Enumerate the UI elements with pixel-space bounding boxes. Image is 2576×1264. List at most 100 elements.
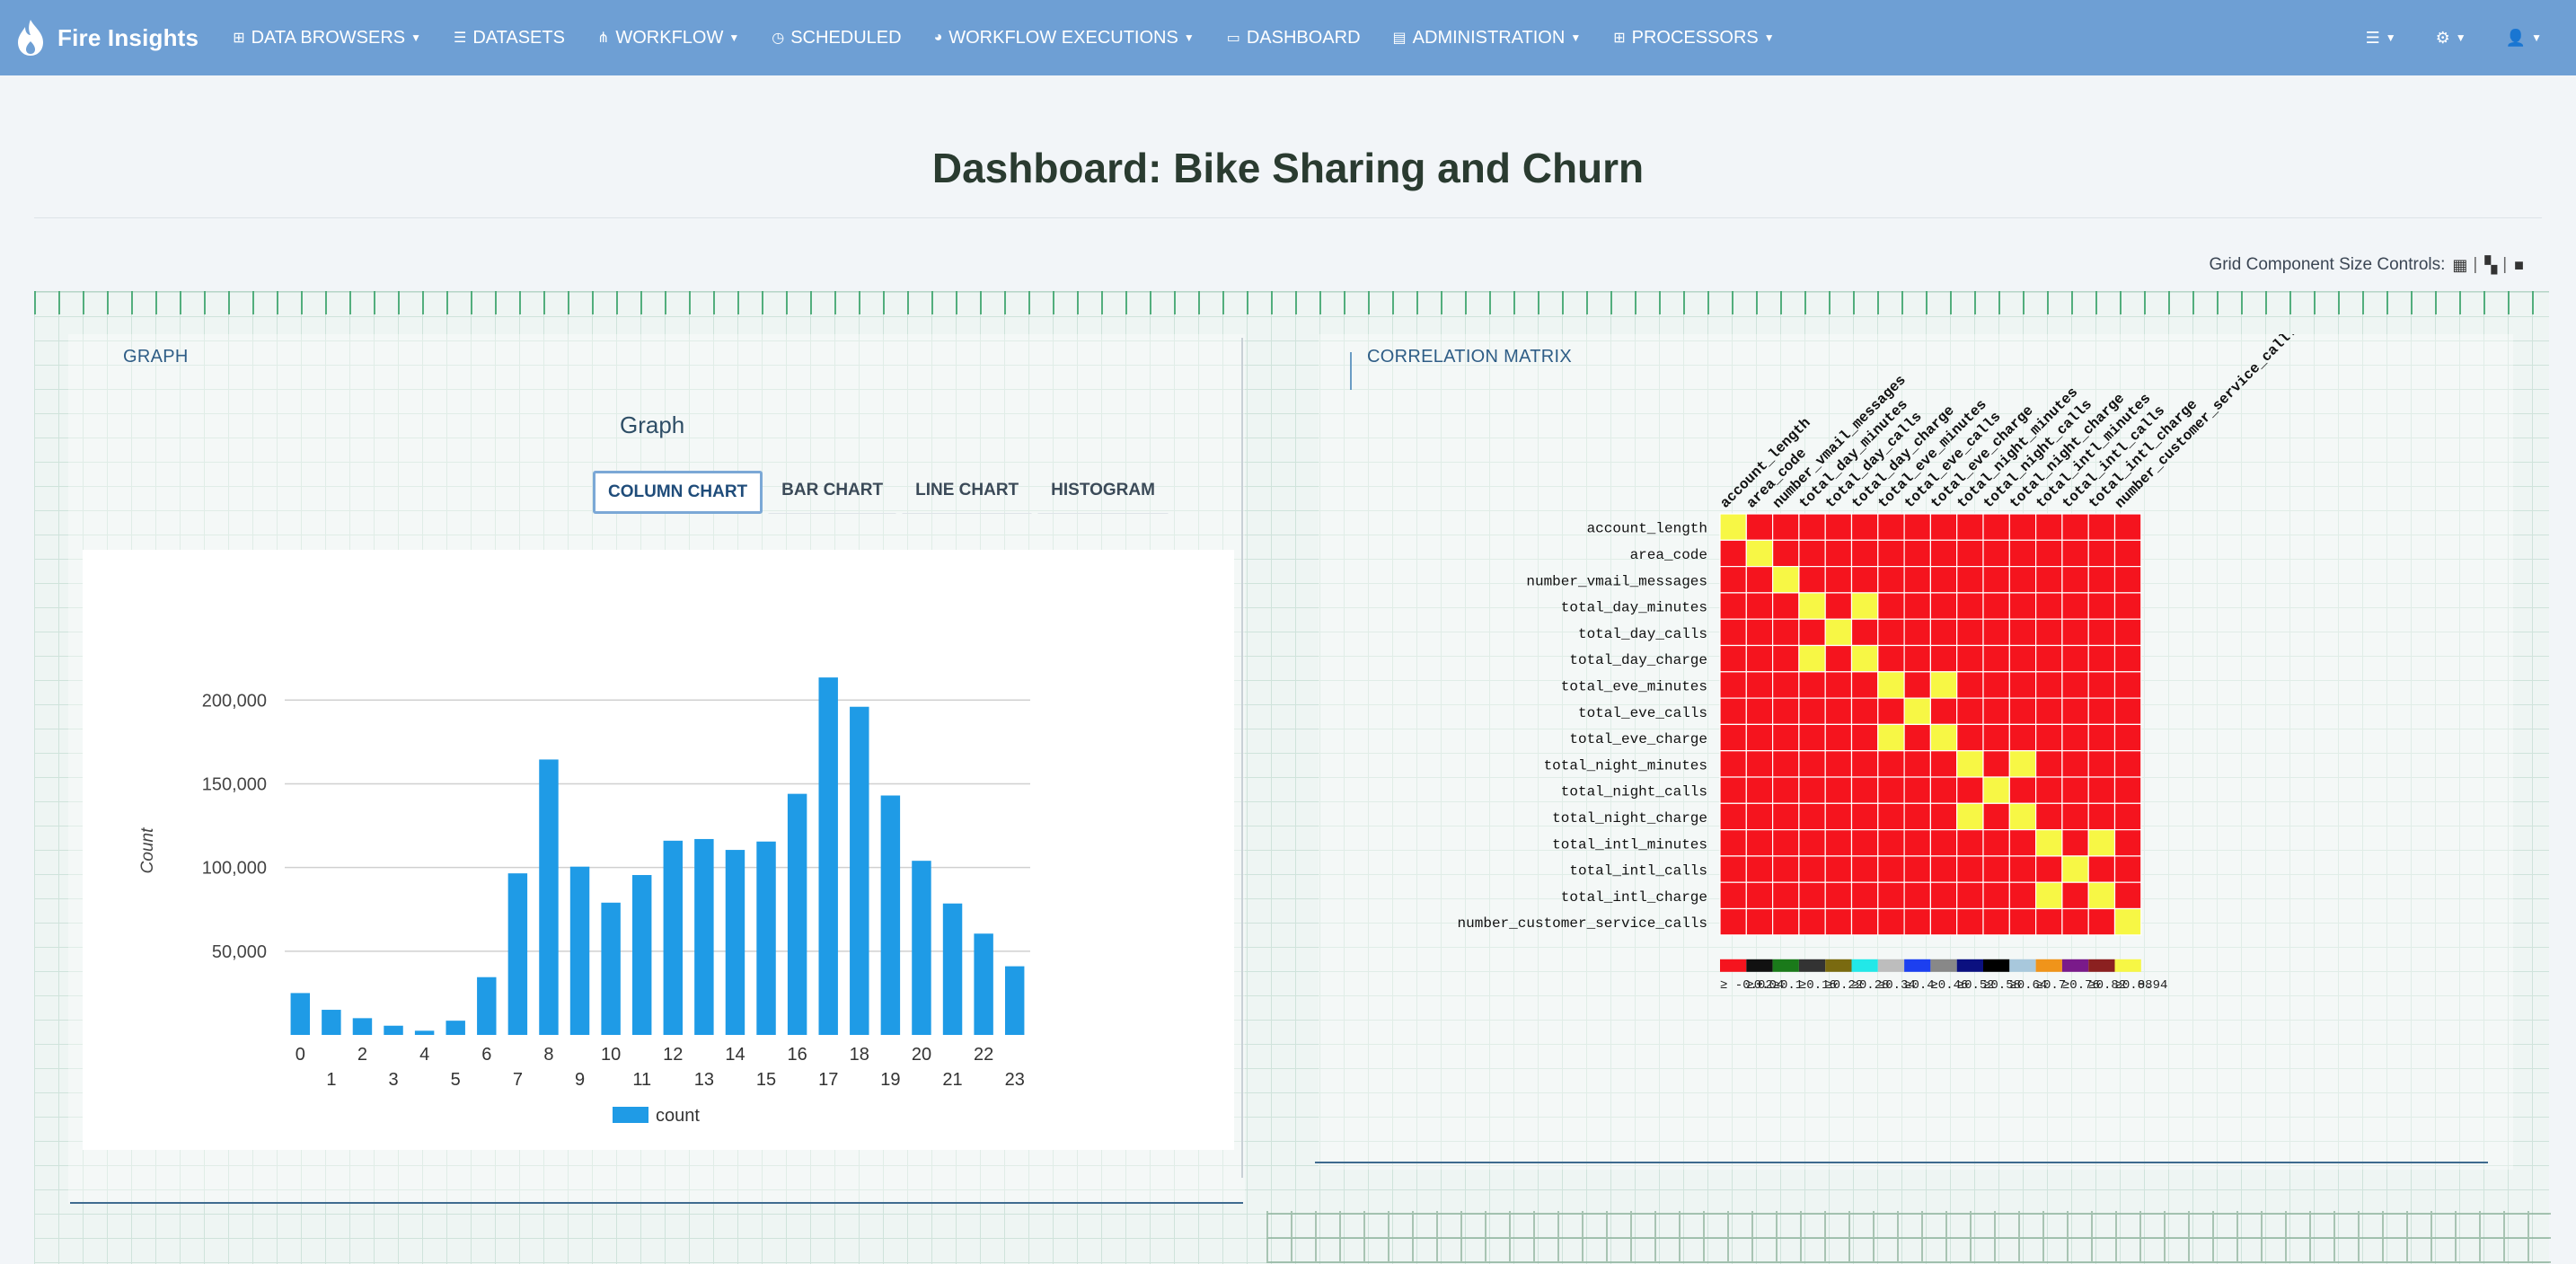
bar-hour-11[interactable]: [631, 875, 652, 1035]
heatmap-cell[interactable]: [1824, 592, 1853, 620]
heatmap-cell[interactable]: [2113, 828, 2142, 857]
heatmap-cell[interactable]: [2113, 618, 2142, 647]
heatmap-cell[interactable]: [2087, 513, 2116, 541]
heatmap-cell[interactable]: [1824, 907, 1853, 936]
heatmap-cell[interactable]: [1745, 855, 1774, 883]
heatmap-cell[interactable]: [2034, 644, 2063, 673]
heatmap-cell[interactable]: [2113, 513, 2142, 541]
heatmap-cell[interactable]: [1719, 828, 1747, 857]
heatmap-cell[interactable]: [1903, 828, 1931, 857]
heatmap-cell[interactable]: [1772, 750, 1800, 778]
nav-item-scheduled[interactable]: ◷ SCHEDULED: [755, 0, 917, 75]
heatmap-cell[interactable]: [1903, 881, 1931, 910]
nav-item-workflow-executions[interactable]: ◕ WORKFLOW EXECUTIONS ▼: [918, 0, 1211, 75]
heatmap-cell[interactable]: [1982, 750, 2010, 778]
heatmap-cell[interactable]: [1929, 907, 1958, 936]
heatmap-cell[interactable]: [1929, 644, 1958, 673]
heatmap-cell[interactable]: [1982, 566, 2010, 594]
heatmap-cell[interactable]: [2087, 671, 2116, 699]
heatmap-cell[interactable]: [2061, 907, 2089, 936]
bar-hour-13[interactable]: [694, 838, 714, 1035]
heatmap-cell[interactable]: [1798, 697, 1826, 726]
heatmap-cell[interactable]: [1745, 828, 1774, 857]
heatmap-cell[interactable]: [1850, 776, 1879, 804]
heatmap-cell[interactable]: [1850, 592, 1879, 620]
heatmap-cell[interactable]: [1903, 539, 1931, 568]
heatmap-cell[interactable]: [1719, 697, 1747, 726]
heatmap-cell[interactable]: [1798, 802, 1826, 831]
heatmap-cell[interactable]: [1903, 723, 1931, 752]
heatmap-cell[interactable]: [1850, 697, 1879, 726]
heatmap-cell[interactable]: [2061, 592, 2089, 620]
heatmap-cell[interactable]: [2113, 855, 2142, 883]
heatmap-cell[interactable]: [1982, 802, 2010, 831]
heatmap-cell[interactable]: [1877, 566, 1905, 594]
heatmap-cell[interactable]: [1745, 802, 1774, 831]
heatmap-cell[interactable]: [1798, 881, 1826, 910]
heatmap-cell[interactable]: [1719, 855, 1747, 883]
tab-line-chart[interactable]: LINE CHART: [902, 471, 1033, 514]
heatmap-cell[interactable]: [1956, 671, 1984, 699]
heatmap-cell[interactable]: [1772, 592, 1800, 620]
heatmap-cell[interactable]: [1850, 907, 1879, 936]
heatmap-cell[interactable]: [1982, 855, 2010, 883]
heatmap-cell[interactable]: [2061, 881, 2089, 910]
heatmap-cell[interactable]: [1798, 539, 1826, 568]
heatmap-cell[interactable]: [1956, 802, 1984, 831]
heatmap-cell[interactable]: [1877, 618, 1905, 647]
heatmap-cell[interactable]: [2008, 592, 2037, 620]
heatmap-cell[interactable]: [1982, 592, 2010, 620]
heatmap-cell[interactable]: [2061, 513, 2089, 541]
heatmap-cell[interactable]: [2113, 697, 2142, 726]
nav-item-data-browsers[interactable]: ⊞ DATA BROWSERS ▼: [216, 0, 437, 75]
heatmap-cell[interactable]: [1850, 723, 1879, 752]
bar-hour-16[interactable]: [787, 793, 807, 1035]
heatmap-cell[interactable]: [2113, 776, 2142, 804]
heatmap-cell[interactable]: [1929, 828, 1958, 857]
heatmap-cell[interactable]: [1745, 881, 1774, 910]
heatmap-cell[interactable]: [2087, 907, 2116, 936]
heatmap-cell[interactable]: [2113, 907, 2142, 936]
heatmap-cell[interactable]: [1798, 671, 1826, 699]
heatmap-cell[interactable]: [2008, 566, 2037, 594]
heatmap-cell[interactable]: [2034, 592, 2063, 620]
tab-bar-chart[interactable]: BAR CHART: [768, 471, 897, 514]
heatmap-cell[interactable]: [2087, 776, 2116, 804]
heatmap-cell[interactable]: [1824, 828, 1853, 857]
heatmap-cell[interactable]: [1745, 907, 1774, 936]
heatmap-cell[interactable]: [2061, 855, 2089, 883]
heatmap-cell[interactable]: [1824, 671, 1853, 699]
nav-item-workflow[interactable]: ⋔ WORKFLOW ▼: [581, 0, 755, 75]
nav-item-dashboard[interactable]: ▭ DASHBOARD: [1211, 0, 1377, 75]
heatmap-cell[interactable]: [1719, 566, 1747, 594]
heatmap-cell[interactable]: [1745, 539, 1774, 568]
heatmap-cell[interactable]: [1850, 618, 1879, 647]
heatmap-cell[interactable]: [1824, 644, 1853, 673]
heatmap-cell[interactable]: [1877, 644, 1905, 673]
nav-item-datasets[interactable]: ☰ DATASETS: [437, 0, 581, 75]
heatmap-cell[interactable]: [1824, 513, 1853, 541]
heatmap-cell[interactable]: [1745, 644, 1774, 673]
heatmap-cell[interactable]: [1824, 539, 1853, 568]
heatmap-cell[interactable]: [2087, 881, 2116, 910]
heatmap-cell[interactable]: [1824, 697, 1853, 726]
heatmap-cell[interactable]: [1850, 539, 1879, 568]
heatmap-cell[interactable]: [1850, 750, 1879, 778]
bar-hour-12[interactable]: [663, 840, 684, 1035]
heatmap-cell[interactable]: [2113, 592, 2142, 620]
heatmap-cell[interactable]: [1903, 644, 1931, 673]
heatmap-cell[interactable]: [1745, 776, 1774, 804]
bar-hour-15[interactable]: [756, 841, 776, 1035]
heatmap-cell[interactable]: [1719, 618, 1747, 647]
heatmap-cell[interactable]: [1929, 855, 1958, 883]
heatmap-cell[interactable]: [1929, 618, 1958, 647]
heatmap-cell[interactable]: [2113, 566, 2142, 594]
heatmap-cell[interactable]: [1719, 513, 1747, 541]
user-menu[interactable]: 👤 ▼: [2486, 0, 2562, 75]
heatmap-cell[interactable]: [1719, 881, 1747, 910]
heatmap-cell[interactable]: [2008, 802, 2037, 831]
heatmap-cell[interactable]: [1824, 776, 1853, 804]
heatmap-cell[interactable]: [2087, 828, 2116, 857]
heatmap-cell[interactable]: [1929, 723, 1958, 752]
heatmap-cell[interactable]: [1824, 750, 1853, 778]
